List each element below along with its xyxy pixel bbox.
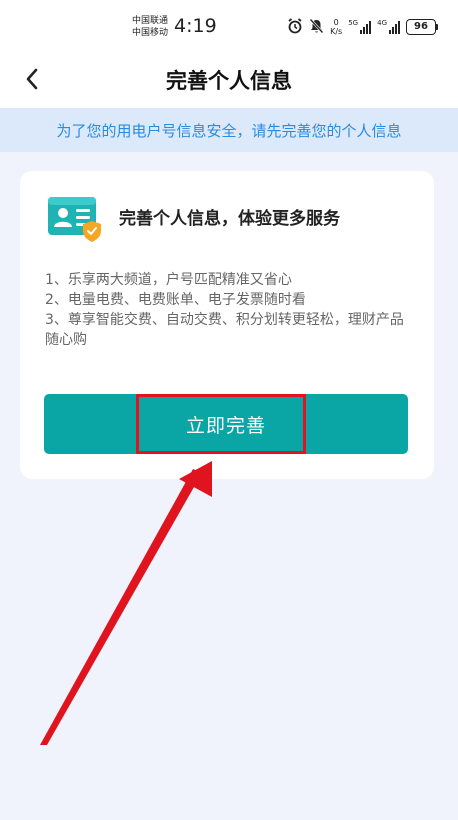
carrier-1: 中国联通 [132,16,169,26]
carrier-2: 中国移动 [132,28,169,38]
signal-4g-icon: 4G [377,20,400,34]
card-title: 完善个人信息，体验更多服务 [119,209,340,229]
benefit-item-2: 2、电量电费、电费账单、电子发票随时看 [45,292,306,308]
network-speed-unit: K/s [330,27,343,36]
network-type-1: 5G [348,19,359,27]
complete-now-label: 立即完善 [185,414,266,437]
benefit-list: 1、乐享两大频道，户号匹配精准又省心 2、电量电费、电费账单、电子发票随时看 3… [45,270,415,350]
status-icons: 0 K/s 5G 4G 96 [287,16,438,38]
status-bar: 中国联通 中国移动 4:19 0 K/s 5G 4G 96 [0,0,458,54]
alarm-icon [287,17,303,37]
signal-5g-icon: 5G [348,19,372,34]
info-card: 完善个人信息，体验更多服务 1、乐享两大频道，户号匹配精准又省心 2、电量电费、… [20,171,434,479]
mute-bell-icon [309,18,324,37]
profile-card-shield-icon [46,193,104,245]
network-speed-value: 0 [333,18,339,27]
network-speed: 0 K/s [330,18,342,36]
battery-level: 96 [406,19,436,35]
battery-icon: 96 [406,19,438,35]
nav-bar: 完善个人信息 [0,54,458,108]
notice-text: 为了您的用电户号信息安全，请先完善您的个人信息 [56,121,402,140]
notice-bar: 为了您的用电户号信息安全，请先完善您的个人信息 [0,108,458,152]
status-time: 4:19 [174,15,217,37]
network-type-2: 4G [377,19,387,27]
complete-now-button[interactable]: 立即完善 [44,394,408,454]
carrier-names: 中国联通 中国移动 [132,15,168,39]
page-title: 完善个人信息 [166,69,292,93]
benefit-item-3: 3、尊享智能交费、自动交费、积分划转更轻松，理财产品随心购 [45,312,404,348]
benefit-item-1: 1、乐享两大频道，户号匹配精准又省心 [45,272,292,288]
